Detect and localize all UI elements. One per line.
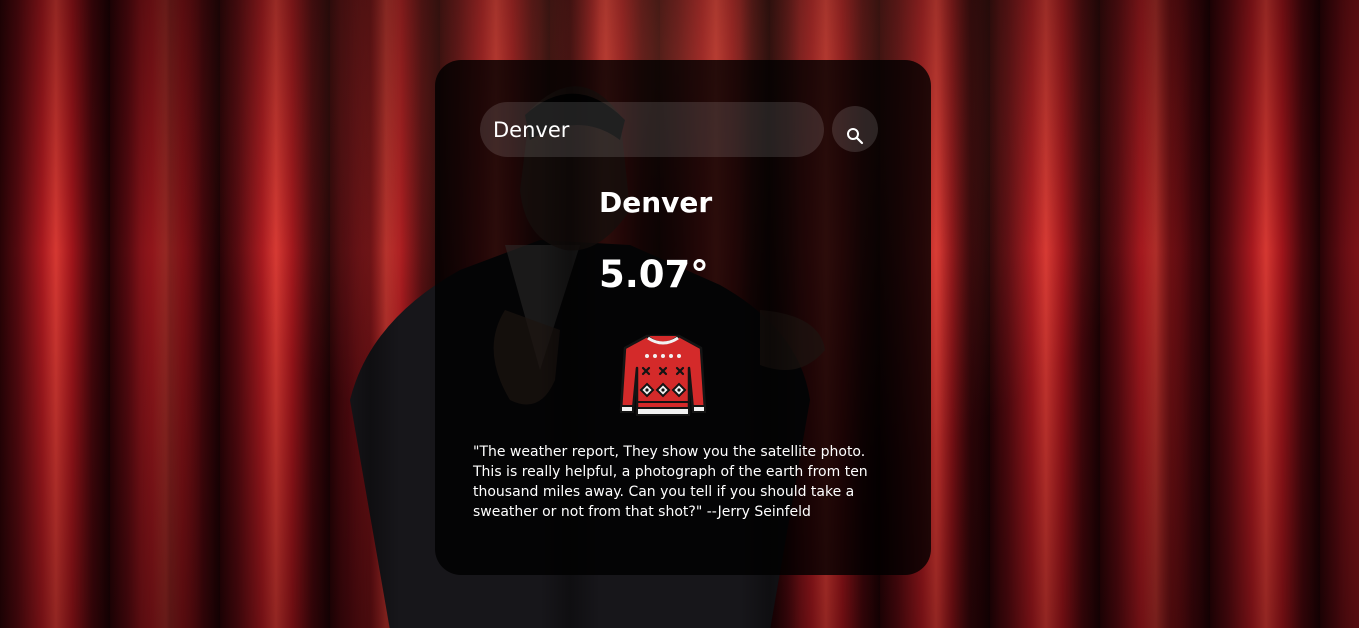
search-bar — [480, 102, 880, 157]
search-button[interactable] — [832, 106, 878, 152]
sweater-icon — [619, 334, 707, 416]
search-icon — [847, 127, 864, 144]
temperature: 5.07° — [599, 253, 709, 296]
seinfeld-quote: "The weather report, They show you the s… — [473, 444, 868, 520]
search-input[interactable] — [480, 102, 824, 157]
weather-card: Denver 5.07° "The weather report, They s… — [435, 60, 931, 575]
city-name: Denver — [599, 186, 713, 219]
